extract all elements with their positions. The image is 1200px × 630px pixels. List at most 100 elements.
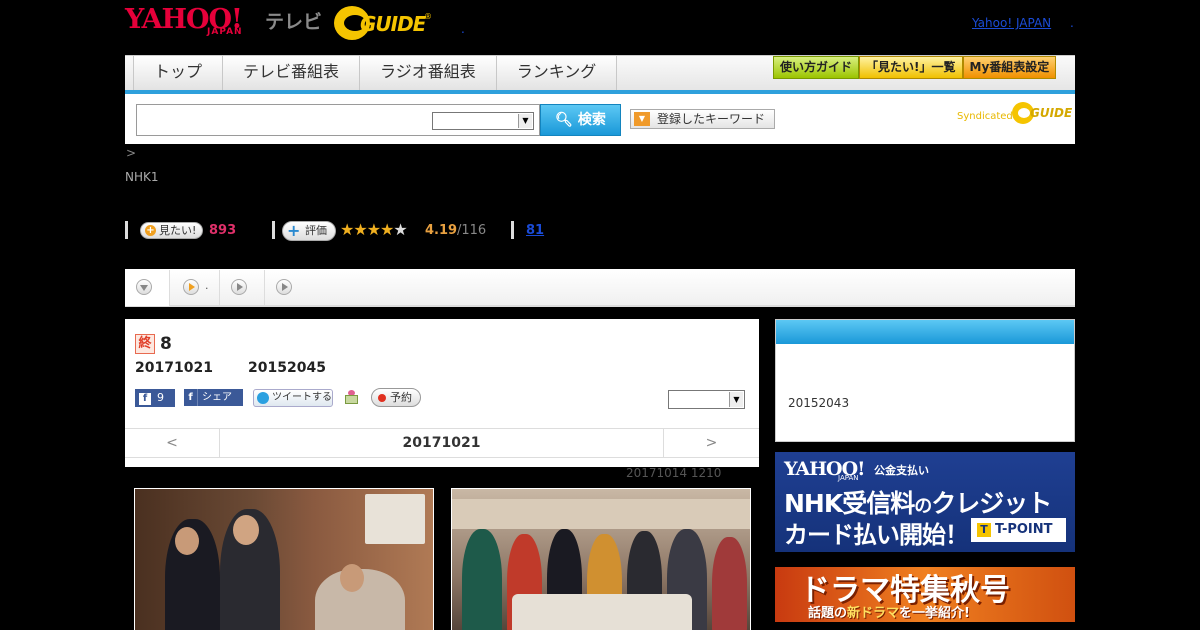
facebook-like-count: 9 — [157, 391, 164, 404]
facebook-icon: f — [184, 389, 198, 406]
tweet-button[interactable]: ツイートする — [253, 389, 333, 407]
nav-tab-ranking[interactable]: ランキング — [495, 56, 618, 90]
air-info: 20171014 1210 — [626, 466, 722, 480]
ad-public-payment-tag: 公金支払い — [874, 464, 929, 477]
broadcast-date: 20171021 — [135, 360, 213, 376]
channel-name: NHK1 — [125, 170, 159, 184]
syndicated-gguide-logo: GUIDE — [1030, 106, 1073, 120]
gift-icon[interactable] — [344, 389, 359, 405]
final-episode-badge: 終 — [135, 334, 155, 354]
nav-tabs: トップ テレビ番組表 ラジオ番組表 ランキング — [133, 56, 618, 90]
plus-icon: + — [287, 221, 301, 240]
drama-ad-subtitle-a: 話題の — [808, 606, 848, 621]
program-tab-3[interactable] — [220, 270, 265, 306]
photo-face — [233, 515, 259, 545]
t-point-badge: T T-POINT — [971, 518, 1066, 542]
facebook-share-button[interactable]: f シェア — [184, 389, 243, 406]
stats-divider — [511, 221, 514, 239]
star-icon: ★ — [380, 220, 394, 239]
twitter-bird-icon — [257, 392, 269, 404]
usage-guide-button[interactable]: 使い方ガイド — [773, 56, 860, 79]
header-dot: . — [461, 22, 465, 36]
episode-number: 8 — [160, 334, 172, 354]
want-to-watch-label: 見たい! — [159, 224, 197, 237]
chevron-down-icon: ▼ — [518, 114, 532, 128]
photo-face — [175, 527, 199, 555]
review-count-link[interactable]: 81 — [526, 223, 544, 238]
program-photo-1[interactable] — [134, 488, 434, 630]
nav-tab-radio-listings[interactable]: ラジオ番組表 — [359, 56, 496, 90]
play-icon — [276, 279, 292, 295]
yahoo-japan-link[interactable]: Yahoo! JAPAN — [972, 16, 1051, 30]
record-dot-icon — [378, 394, 386, 402]
tweet-label: ツイートする — [272, 392, 332, 403]
star-icon: ★ — [366, 220, 381, 239]
program-photo-2[interactable] — [451, 488, 751, 630]
t-point-icon: T — [977, 523, 991, 537]
gguide-logo[interactable]: GUIDE — [360, 12, 426, 36]
my-listings-settings-button[interactable]: My番組表設定 — [962, 56, 1057, 79]
reserve-button[interactable]: 予約 — [371, 388, 421, 407]
registered-keywords-button[interactable]: ▼ 登録したキーワード — [630, 109, 775, 129]
play-icon — [183, 279, 199, 295]
syndicated-label: Syndicated — [957, 111, 1013, 122]
search-icon: 🔍︎ — [555, 112, 573, 128]
registered-keywords-label: 登録したキーワード — [657, 112, 766, 126]
star-icon: ★ — [353, 220, 367, 239]
stats-divider — [125, 221, 128, 239]
next-date-button[interactable]: > — [663, 429, 759, 457]
nav-utility-buttons: 使い方ガイド 「見たい!」一覧 My番組表設定 — [773, 56, 1057, 79]
want-to-watch-button[interactable]: + 見たい! — [140, 222, 204, 239]
facebook-like-button[interactable]: f9 — [135, 389, 175, 407]
photo-face — [340, 564, 364, 592]
chevron-down-icon — [136, 279, 152, 295]
stats-divider — [272, 221, 275, 239]
syndicated-g-inner — [1018, 108, 1030, 118]
previous-date-button[interactable]: < — [125, 429, 220, 457]
side-info-time: 20152043 — [788, 396, 850, 410]
nav-tab-top[interactable]: トップ — [133, 56, 223, 90]
program-tab-2-label: . — [205, 279, 209, 292]
search-button[interactable]: 🔍︎ 検索 — [540, 104, 621, 136]
program-tab-1[interactable] — [125, 270, 170, 306]
recorder-select[interactable]: ▼ — [668, 390, 745, 409]
ad-headline-particle: の — [914, 496, 932, 517]
reserve-label: 予約 — [390, 391, 412, 404]
nav-tab-tv-listings[interactable]: テレビ番組表 — [222, 56, 360, 90]
star-icon: ★ — [340, 220, 354, 239]
rate-button[interactable]: + 評価 — [282, 221, 336, 241]
search-genre-select[interactable]: ▼ — [432, 112, 534, 130]
facebook-icon: f — [139, 393, 151, 405]
rating-stars: ★★★★★ — [340, 220, 408, 239]
photo-table — [512, 594, 692, 630]
rate-label: 評価 — [305, 224, 327, 237]
photo-figure — [462, 529, 502, 630]
program-tab-2[interactable]: . — [170, 270, 220, 306]
side-info-panel-header — [776, 320, 1074, 344]
search-button-label: 検索 — [577, 112, 606, 128]
breadcrumb[interactable]: > — [126, 146, 136, 160]
photo-figure — [712, 537, 747, 630]
gift-box — [345, 395, 358, 404]
ad-headline-nhk: NHK受信料 — [784, 489, 915, 518]
program-tab-4[interactable] — [265, 270, 305, 306]
want-count: 893 — [209, 223, 237, 238]
play-icon — [231, 279, 247, 295]
triangle-down-icon: ▼ — [634, 112, 650, 126]
drama-ad-subtitle-b: 新ドラマ — [847, 606, 900, 621]
rating-count: /116 — [457, 223, 487, 238]
t-point-label: T-POINT — [995, 522, 1053, 537]
broadcast-time: 20152045 — [248, 360, 326, 376]
ad-headline-credit: クレジット — [931, 489, 1052, 518]
photo-frame — [365, 494, 425, 544]
ad-yahoo-japan-sublogo: JAPAN — [838, 474, 859, 482]
yahoo-japan-sublogo: JAPAN — [207, 27, 243, 37]
current-date: 20171021 — [402, 435, 481, 451]
tv-logo-text[interactable]: テレビ — [265, 7, 322, 34]
want-list-button[interactable]: 「見たい!」一覧 — [859, 56, 963, 79]
rating-score: 4.19 — [425, 223, 458, 238]
facebook-share-label: シェア — [202, 392, 232, 403]
plus-icon: + — [145, 225, 156, 236]
header-link-dot: . — [1070, 16, 1074, 30]
ad-headline-line2: カード払い開始！ — [784, 521, 969, 549]
